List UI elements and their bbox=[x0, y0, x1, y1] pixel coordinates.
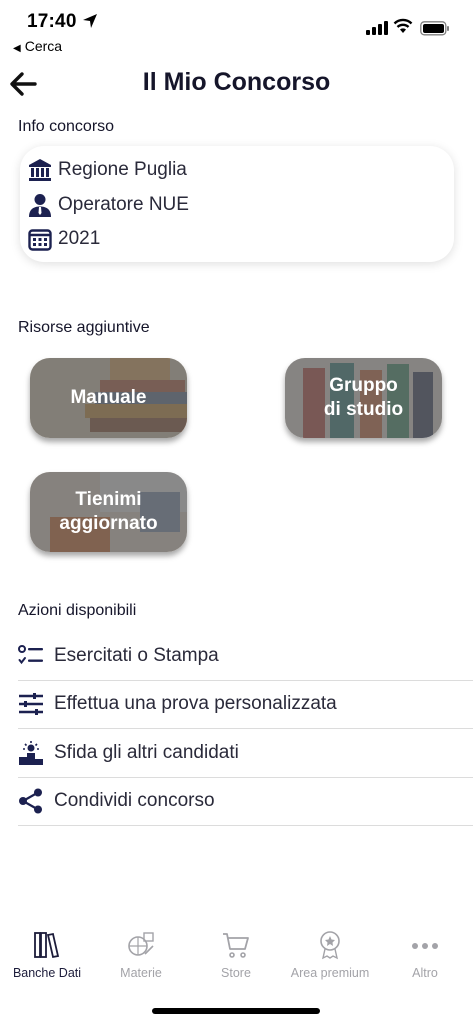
tab-materie-label: Materie bbox=[120, 966, 162, 980]
action-practice-print[interactable]: Esercitati o Stampa bbox=[18, 632, 473, 681]
location-arrow-icon bbox=[83, 14, 97, 28]
tab-banche-dati-label: Banche Dati bbox=[12, 966, 82, 980]
bank-icon bbox=[28, 158, 52, 182]
tab-altro[interactable]: Altro bbox=[378, 920, 472, 990]
person-icon bbox=[28, 193, 52, 217]
tab-store-label: Store bbox=[221, 966, 251, 980]
action-challenge[interactable]: Sfida gli altri candidati bbox=[18, 729, 473, 778]
resources-section-title: Risorse aggiuntive bbox=[18, 319, 150, 336]
manual-button[interactable]: Manuale bbox=[30, 358, 187, 438]
tab-area-premium[interactable]: Area premium bbox=[283, 920, 377, 990]
action-share[interactable]: Condividi concorso bbox=[18, 778, 473, 826]
info-row-role: Operatore NUE bbox=[28, 190, 189, 220]
battery-icon bbox=[420, 21, 449, 36]
tab-banche-dati[interactable]: Banche Dati bbox=[0, 920, 94, 990]
info-row-region: Regione Puglia bbox=[28, 155, 187, 185]
study-group-button[interactable]: Gruppo di studio bbox=[285, 358, 442, 438]
study-group-label-line2: di studio bbox=[323, 399, 404, 420]
info-role-text: Operatore NUE bbox=[58, 194, 189, 215]
back-to-app-link[interactable]: ◀ Cerca bbox=[13, 38, 62, 54]
tab-area-premium-label: Area premium bbox=[290, 966, 370, 980]
actions-section-title: Azioni disponibili bbox=[18, 602, 137, 619]
subjects-icon bbox=[128, 932, 154, 956]
info-row-year: 2021 bbox=[28, 224, 100, 254]
keep-updated-button[interactable]: Tienimi aggiornato bbox=[30, 472, 187, 552]
study-group-button-label: Gruppo di studio bbox=[285, 358, 442, 438]
tab-altro-label: Altro bbox=[412, 966, 438, 980]
signal-icon bbox=[366, 21, 388, 35]
manual-button-label: Manuale bbox=[30, 358, 187, 438]
action-practice-print-label: Esercitati o Stampa bbox=[54, 644, 219, 666]
back-triangle-icon: ◀ bbox=[13, 43, 21, 54]
wifi-icon bbox=[393, 18, 413, 33]
keep-updated-label-line2: aggiornato bbox=[59, 513, 158, 534]
premium-badge-icon bbox=[320, 931, 340, 960]
action-custom-test-label: Effettua una prova personalizzata bbox=[54, 693, 337, 715]
action-challenge-label: Sfida gli altri candidati bbox=[54, 741, 239, 763]
status-time: 17:40 bbox=[27, 11, 77, 32]
more-icon bbox=[412, 943, 438, 949]
back-app-label: Cerca bbox=[24, 38, 63, 54]
podium-icon bbox=[18, 740, 44, 766]
cart-icon bbox=[223, 933, 249, 958]
study-group-label-line1: Gruppo bbox=[329, 375, 398, 396]
info-card: Regione Puglia Operatore NUE 2021 bbox=[20, 146, 454, 262]
action-custom-test[interactable]: Effettua una prova personalizzata bbox=[18, 681, 473, 729]
manual-label-line1: Manuale bbox=[70, 387, 147, 408]
home-indicator bbox=[152, 1008, 320, 1014]
calendar-icon bbox=[28, 227, 52, 251]
share-icon bbox=[18, 788, 44, 814]
page-title: Il Mio Concorso bbox=[142, 68, 331, 96]
sliders-icon bbox=[18, 691, 44, 717]
info-year-text: 2021 bbox=[58, 228, 101, 249]
info-region-text: Regione Puglia bbox=[58, 159, 187, 180]
action-share-label: Condividi concorso bbox=[54, 790, 215, 812]
nav-bar: Il Mio Concorso bbox=[0, 60, 473, 108]
actions-list: Esercitati o Stampa Effettua una prova p… bbox=[18, 632, 473, 826]
status-bar: 17:40 ◀ Cerca bbox=[0, 0, 473, 60]
keep-updated-button-label: Tienimi aggiornato bbox=[30, 472, 187, 552]
keep-updated-label-line1: Tienimi bbox=[75, 489, 142, 510]
info-section-title: Info concorso bbox=[18, 118, 115, 135]
tab-materie[interactable]: Materie bbox=[94, 920, 188, 990]
tab-bar: Banche Dati Materie Store Area premium A… bbox=[0, 920, 473, 990]
checklist-icon bbox=[18, 643, 44, 669]
tab-store[interactable]: Store bbox=[189, 920, 283, 990]
books-icon bbox=[34, 932, 60, 959]
